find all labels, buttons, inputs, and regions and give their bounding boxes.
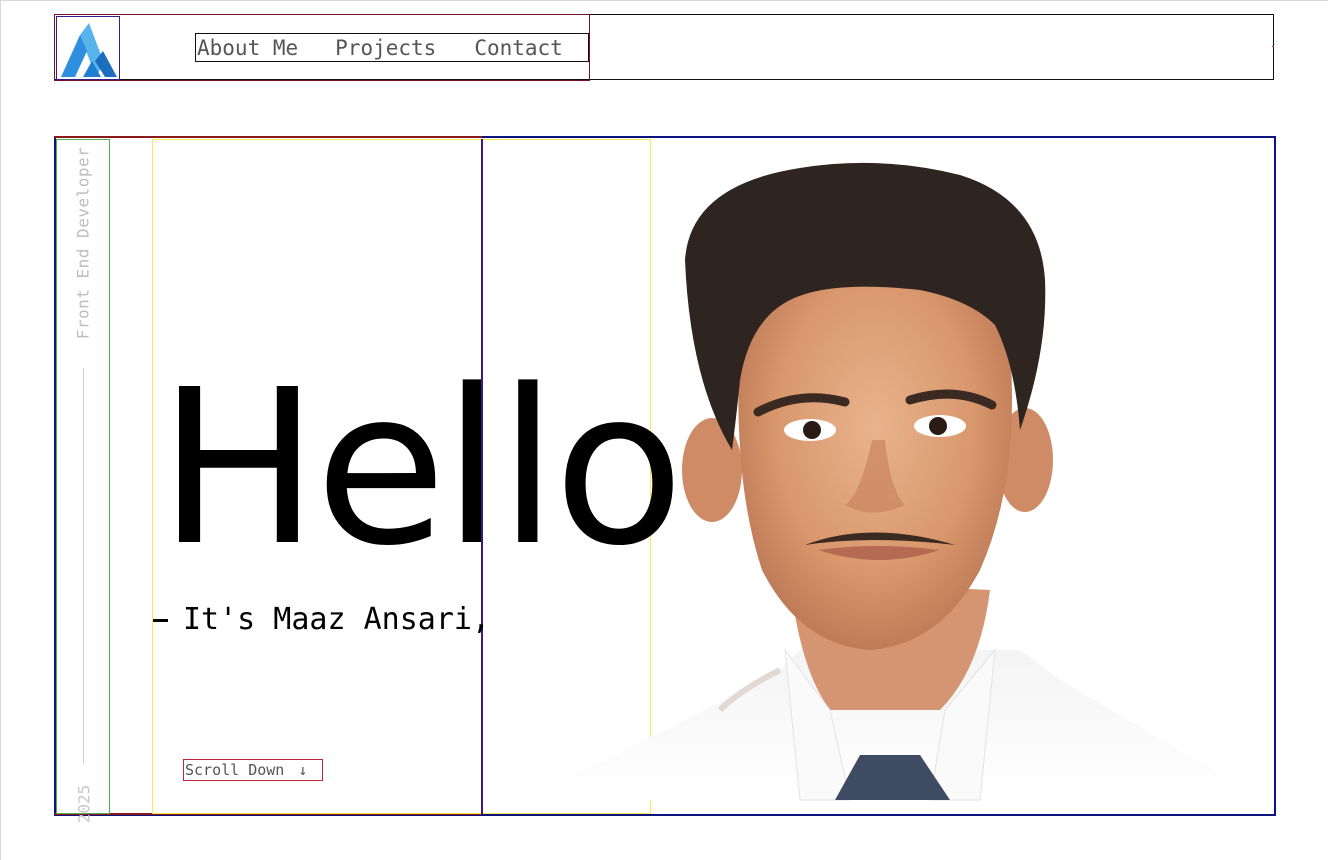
nav-contact[interactable]: Contact (474, 36, 563, 60)
portrait-image (520, 162, 1265, 801)
nav-links: About Me Projects Contact (195, 33, 589, 62)
nav-about-me[interactable]: About Me (197, 36, 298, 60)
window-top-edge (0, 0, 1328, 1)
logo-icon (61, 23, 117, 77)
side-year-text: 2025 (74, 784, 94, 824)
scroll-down-label: Scroll Down (185, 761, 285, 779)
window-left-edge (0, 0, 1, 860)
logo-link[interactable] (56, 16, 120, 80)
side-role-text: Front End Developer (73, 146, 93, 340)
column-divider (481, 139, 483, 814)
arrow-down-icon: ↓ (298, 761, 308, 779)
nav-projects[interactable]: Projects (335, 36, 436, 60)
intro-dash (153, 619, 168, 622)
side-divider (83, 368, 84, 764)
header-marker (1272, 46, 1274, 47)
hero-intro: It's Maaz Ansari, (183, 602, 491, 637)
scroll-down-button[interactable]: Scroll Down ↓ (183, 759, 323, 781)
hero-top-accent (54, 136, 482, 138)
